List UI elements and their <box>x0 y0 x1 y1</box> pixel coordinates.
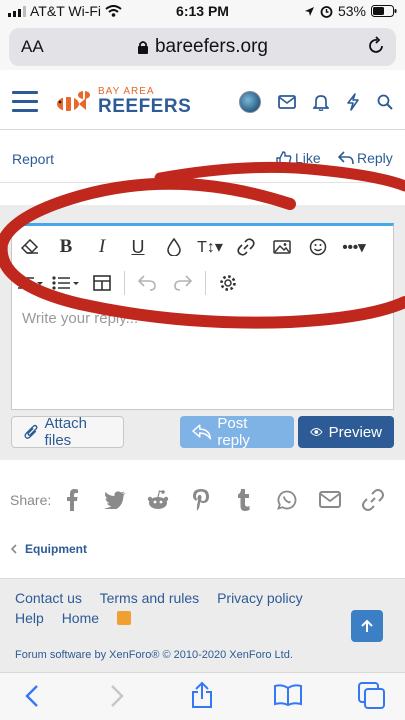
copyright-text[interactable]: Forum software by XenForo® © 2010-2020 X… <box>15 649 293 661</box>
facebook-icon[interactable] <box>60 488 83 511</box>
like-button[interactable]: Like <box>276 150 321 166</box>
reddit-icon[interactable] <box>146 488 169 511</box>
site-logo[interactable]: BAY AREA REEFERS <box>54 87 191 116</box>
like-label: Like <box>295 150 321 166</box>
forward-icon[interactable] <box>110 684 124 708</box>
clownfish-logo-icon <box>57 90 90 111</box>
editor-toolbar-row-2 <box>12 266 393 300</box>
font-size-icon[interactable]: T↕▾ <box>192 232 228 262</box>
menu-icon[interactable] <box>12 91 38 113</box>
clear-formatting-icon[interactable] <box>12 232 48 262</box>
tabs-icon[interactable] <box>358 682 386 710</box>
footer-link-terms[interactable]: Terms and rules <box>100 590 200 606</box>
location-icon <box>304 6 314 16</box>
reload-icon[interactable] <box>366 36 386 56</box>
editor-toolbar-row-1: B I U T↕▾ •••▾ <box>12 230 393 264</box>
toolbar-separator <box>124 271 125 295</box>
arrow-up-icon <box>361 619 373 632</box>
back-icon[interactable] <box>25 684 39 708</box>
battery-icon <box>371 5 397 17</box>
post-reply-label: Post reply <box>217 415 250 449</box>
preview-label: Preview <box>328 423 382 441</box>
footer-link-privacy[interactable]: Privacy policy <box>217 590 303 606</box>
email-icon[interactable] <box>318 488 341 511</box>
thumbs-up-icon <box>276 150 292 166</box>
underline-icon[interactable]: U <box>120 232 156 262</box>
search-icon[interactable] <box>377 94 393 110</box>
reply-label: Reply <box>357 150 393 166</box>
breadcrumb[interactable]: Equipment <box>10 542 87 556</box>
footer-link-contact[interactable]: Contact us <box>15 590 82 606</box>
table-icon[interactable] <box>84 268 120 298</box>
lock-icon <box>137 40 148 54</box>
battery-percent: 53% <box>337 3 366 19</box>
report-link[interactable]: Report <box>12 151 54 167</box>
bookmarks-icon[interactable] <box>274 684 302 706</box>
share-icons <box>60 488 384 511</box>
reply-icon <box>192 424 212 440</box>
paperclip-icon <box>24 424 38 439</box>
eye-icon <box>310 428 323 436</box>
url-host[interactable]: bareefers.org <box>9 36 396 58</box>
whats-new-icon[interactable] <box>346 93 360 111</box>
share-bar: Share: <box>0 478 405 522</box>
scroll-to-top-button[interactable] <box>351 610 383 642</box>
address-field[interactable]: AA bareefers.org <box>9 28 396 66</box>
list-icon[interactable] <box>48 268 84 298</box>
site-footer: Contact us Terms and rules Privacy polic… <box>0 578 405 672</box>
smiley-icon[interactable] <box>300 232 336 262</box>
ios-status-bar: AT&T Wi-Fi 6:13 PM 53% <box>0 0 405 22</box>
redo-icon[interactable] <box>165 268 201 298</box>
share-label: Share: <box>10 492 52 508</box>
link-icon[interactable] <box>361 488 384 511</box>
tumblr-icon[interactable] <box>232 488 255 511</box>
image-icon[interactable] <box>264 232 300 262</box>
attach-files-label: Attach files <box>44 415 88 449</box>
alarm-icon <box>320 5 333 18</box>
twitter-icon[interactable] <box>103 488 126 511</box>
editor-placeholder: Write your reply... <box>22 310 139 327</box>
logo-text: BAY AREA REEFERS <box>98 87 192 117</box>
browser-toolbar <box>0 672 405 720</box>
preview-button[interactable]: Preview <box>298 416 394 448</box>
footer-link-home[interactable]: Home <box>62 610 99 626</box>
site-header: BAY AREA REEFERS <box>0 74 405 130</box>
align-icon[interactable] <box>12 268 48 298</box>
pinterest-icon[interactable] <box>189 488 212 511</box>
reply-button[interactable]: Reply <box>338 150 393 166</box>
chevron-left-icon <box>10 544 17 554</box>
rich-text-editor[interactable]: B I U T↕▾ •••▾ Write your reply... <box>11 223 394 410</box>
text-color-icon[interactable] <box>156 232 192 262</box>
inbox-icon[interactable] <box>278 95 296 109</box>
reply-arrow-icon <box>338 151 354 165</box>
bell-icon[interactable] <box>313 94 329 111</box>
link-icon[interactable] <box>228 232 264 262</box>
footer-links: Contact us Terms and rules Privacy polic… <box>15 588 345 628</box>
logo-line-2: REEFERS <box>98 96 192 117</box>
user-avatar[interactable] <box>239 91 261 113</box>
gear-icon[interactable] <box>210 268 246 298</box>
url-host-text: bareefers.org <box>154 36 268 57</box>
undo-icon[interactable] <box>129 268 165 298</box>
share-sheet-icon[interactable] <box>190 681 214 709</box>
attach-files-button[interactable]: Attach files <box>11 415 124 449</box>
browser-url-bar: AA bareefers.org <box>0 22 405 70</box>
header-nav-icons <box>239 91 393 113</box>
bold-icon[interactable]: B <box>48 232 84 262</box>
breadcrumb-item[interactable]: Equipment <box>25 542 87 556</box>
toolbar-separator <box>205 271 206 295</box>
whatsapp-icon[interactable] <box>275 488 298 511</box>
post-reply-button[interactable]: Post reply <box>180 415 294 449</box>
status-right: 53% <box>304 3 397 19</box>
quick-reply-block: B I U T↕▾ •••▾ Write your reply... Attac… <box>0 205 405 460</box>
rss-icon[interactable] <box>116 611 131 625</box>
more-options-icon[interactable]: •••▾ <box>336 232 372 262</box>
footer-link-help[interactable]: Help <box>15 610 44 626</box>
post-actions-bar: Report Like Reply <box>0 135 405 183</box>
italic-icon[interactable]: I <box>84 232 120 262</box>
